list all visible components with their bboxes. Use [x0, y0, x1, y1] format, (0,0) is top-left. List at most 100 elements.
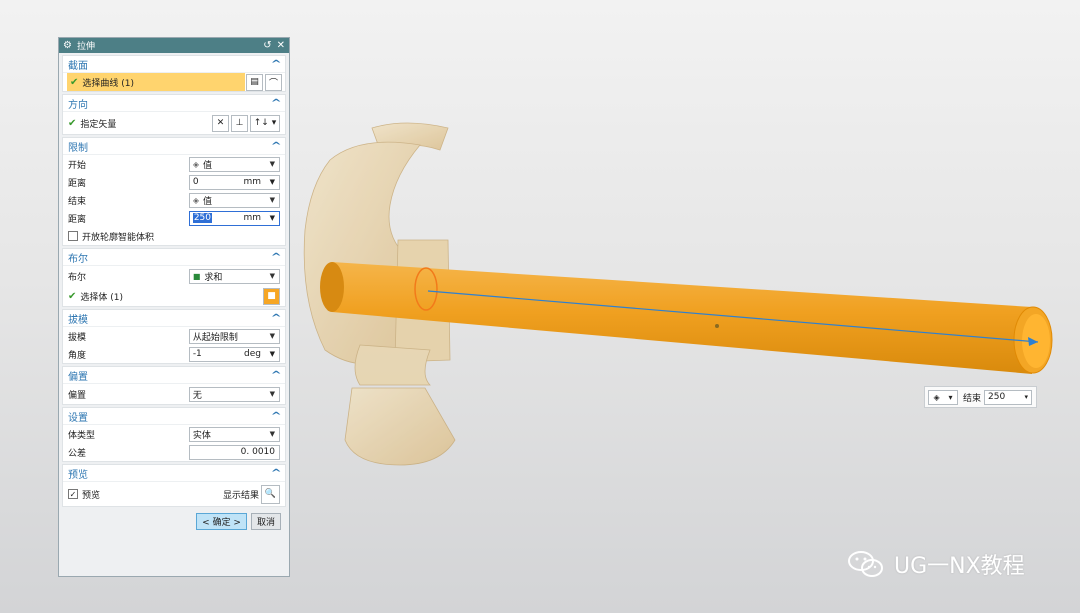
- direction-section: 方向 ^ ✔ 指定矢量 ✕ ⊥ ↑↓ ▾: [62, 94, 286, 135]
- chevron-up-icon[interactable]: ^: [270, 252, 281, 263]
- specify-vector-label: 指定矢量: [80, 119, 117, 130]
- end-select[interactable]: ◈ 值 ▼: [188, 192, 280, 208]
- chevron-down-icon: ▼: [269, 195, 275, 204]
- start-select-value: 值: [202, 160, 212, 171]
- tolerance-value: 0. 0010: [240, 447, 275, 457]
- dialog-footer: < 确定 > 取消: [59, 507, 289, 530]
- preview-row: ✓ 预览 显示结果 🔍: [63, 482, 285, 506]
- solid-body-icon[interactable]: ■: [263, 287, 280, 305]
- boolean-select-value: 求和: [204, 272, 223, 283]
- boolean-title: 布尔: [68, 253, 88, 265]
- chevron-down-icon[interactable]: ▼: [270, 350, 275, 358]
- start-distance-label: 距离: [68, 178, 87, 189]
- vector-dialog-icon[interactable]: ⊥: [231, 114, 248, 132]
- offset-section: 偏置 ^ 偏置 无 ▼: [62, 366, 286, 405]
- section-title: 截面: [68, 60, 88, 72]
- limit-type-dropdown[interactable]: ◈ ▾: [928, 389, 958, 405]
- value-icon: ◈: [933, 392, 940, 402]
- preview-header[interactable]: 预览 ^: [63, 465, 285, 482]
- boolean-row: 布尔 ■ 求和 ▼: [63, 266, 285, 286]
- sketch-section-icon[interactable]: ▤: [246, 73, 263, 91]
- chevron-down-icon: ▾: [948, 392, 953, 402]
- boolean-select[interactable]: ■ 求和 ▼: [188, 268, 280, 284]
- select-body-label: 选择体 (1): [80, 292, 124, 303]
- select-body-row[interactable]: ✔ 选择体 (1) ■: [63, 286, 285, 306]
- body-type-label: 体类型: [68, 430, 96, 441]
- wechat-icon: [848, 551, 883, 577]
- chevron-down-icon[interactable]: ▼: [270, 214, 275, 222]
- boolean-section: 布尔 ^ 布尔 ■ 求和 ▼ ✔ 选择体 (1) ■: [62, 248, 286, 307]
- select-curve-field[interactable]: ✔ 选择曲线 (1): [67, 73, 245, 91]
- draft-select-value: 从起始限制: [192, 332, 238, 343]
- dialog-title: 拉伸: [76, 42, 95, 52]
- section-header[interactable]: 截面 ^: [63, 56, 285, 73]
- start-distance-input[interactable]: 0 mm ▼: [188, 174, 280, 190]
- offset-label: 偏置: [68, 390, 87, 401]
- boolean-label: 布尔: [68, 272, 87, 283]
- chevron-up-icon[interactable]: ^: [270, 98, 281, 109]
- chevron-up-icon[interactable]: ^: [270, 370, 281, 381]
- end-row: 结束 ◈ 值 ▼: [63, 191, 285, 209]
- open-profile-row[interactable]: 开放轮廓智能体积: [63, 227, 285, 245]
- end-select-value: 值: [202, 196, 212, 207]
- curve-icon[interactable]: ⌒: [265, 73, 282, 91]
- ok-button[interactable]: < 确定 >: [196, 513, 247, 530]
- watermark: UG一NX教程: [846, 548, 1025, 580]
- draft-label: 拔模: [68, 332, 87, 343]
- limits-header[interactable]: 限制 ^: [63, 138, 285, 155]
- preview-checkbox[interactable]: ✓: [68, 489, 78, 499]
- chevron-down-icon: ▼: [269, 159, 275, 168]
- unit-label: mm: [243, 213, 261, 223]
- chevron-down-icon[interactable]: ▼: [270, 178, 275, 186]
- close-icon[interactable]: ✕: [277, 40, 285, 51]
- reset-icon[interactable]: ↺: [263, 40, 271, 51]
- cancel-button[interactable]: 取消: [250, 513, 281, 530]
- gear-icon[interactable]: ⚙: [63, 40, 72, 51]
- tolerance-input[interactable]: 0. 0010: [188, 444, 280, 460]
- chevron-up-icon[interactable]: ^: [270, 141, 281, 152]
- angle-row: 角度 -1 deg ▼: [63, 345, 285, 363]
- chevron-down-icon: ▼: [269, 429, 275, 438]
- draft-header[interactable]: 拔模 ^: [63, 310, 285, 327]
- select-curve-label: 选择曲线 (1): [82, 78, 135, 89]
- chevron-up-icon[interactable]: ^: [270, 468, 281, 479]
- angle-label: 角度: [68, 350, 87, 361]
- chevron-up-icon[interactable]: ^: [270, 411, 281, 422]
- preview-title: 预览: [68, 469, 88, 481]
- boolean-header[interactable]: 布尔 ^: [63, 249, 285, 266]
- open-profile-checkbox[interactable]: [68, 231, 78, 241]
- show-result-label: 显示结果: [222, 490, 259, 501]
- value-icon: ◈: [192, 195, 199, 205]
- offset-select[interactable]: 无 ▼: [188, 386, 280, 402]
- end-distance-value: 250: [192, 213, 212, 223]
- vector-type-dropdown[interactable]: ↑↓ ▾: [250, 114, 280, 132]
- end-label: 结束: [68, 196, 87, 207]
- open-profile-label: 开放轮廓智能体积: [82, 232, 155, 243]
- end-distance-input[interactable]: 250 mm ▼: [188, 210, 280, 226]
- end-distance-row: 距离 250 mm ▼: [63, 209, 285, 227]
- angle-input[interactable]: -1 deg ▼: [188, 346, 280, 362]
- chevron-down-icon[interactable]: ▾: [1025, 393, 1029, 401]
- angle-value: -1: [192, 349, 202, 359]
- draft-select[interactable]: 从起始限制 ▼: [188, 328, 280, 344]
- chevron-up-icon[interactable]: ^: [270, 59, 281, 70]
- check-icon: ✔: [70, 76, 79, 88]
- reverse-direction-icon[interactable]: ✕: [212, 114, 229, 132]
- specify-vector-row[interactable]: ✔ 指定矢量 ✕ ⊥ ↑↓ ▾: [63, 112, 285, 134]
- check-icon: ✔: [68, 117, 77, 129]
- select-curve-row[interactable]: ✔ 选择曲线 (1) ▤ ⌒: [63, 73, 285, 91]
- magnifier-icon[interactable]: 🔍: [261, 484, 280, 504]
- offset-header[interactable]: 偏置 ^: [63, 367, 285, 384]
- settings-header[interactable]: 设置 ^: [63, 408, 285, 425]
- body-type-select[interactable]: 实体 ▼: [188, 426, 280, 442]
- settings-title: 设置: [68, 412, 88, 424]
- chevron-up-icon[interactable]: ^: [270, 313, 281, 324]
- start-select[interactable]: ◈ 值 ▼: [188, 156, 280, 172]
- direction-header[interactable]: 方向 ^: [63, 95, 285, 112]
- onscreen-end-label: 结束: [963, 393, 982, 404]
- onscreen-end-input[interactable]: 250 ▾: [984, 389, 1033, 405]
- offset-select-value: 无: [192, 390, 202, 401]
- tolerance-label: 公差: [68, 448, 87, 459]
- watermark-text: UG一NX教程: [894, 554, 1025, 579]
- preview-label: 预览: [82, 490, 101, 501]
